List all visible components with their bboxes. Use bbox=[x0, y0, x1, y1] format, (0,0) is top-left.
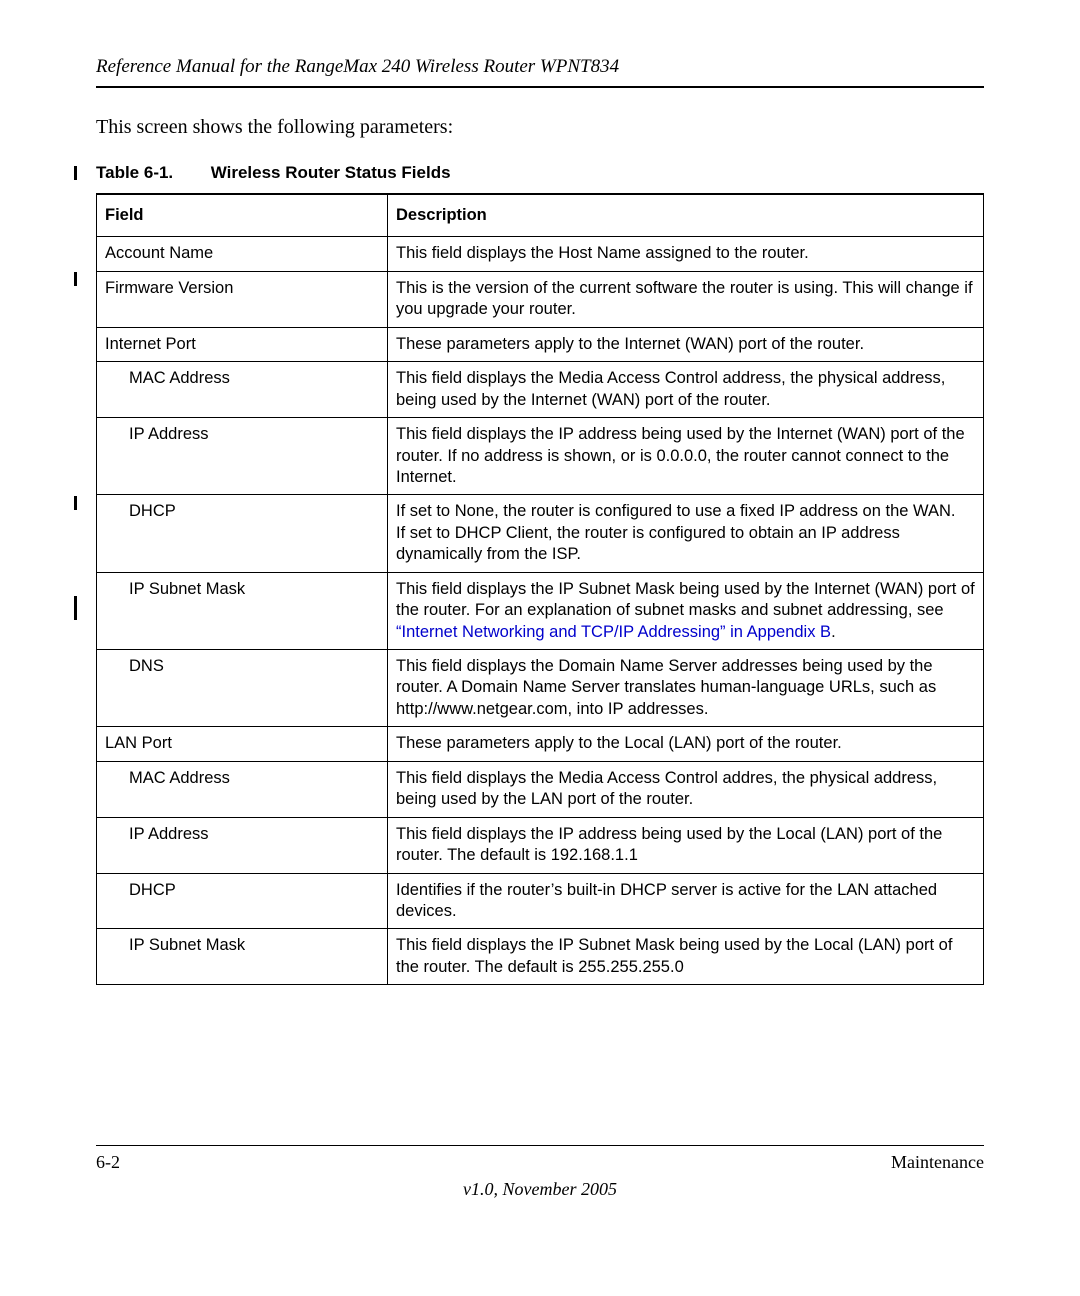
field-name: IP Address bbox=[97, 817, 388, 873]
table-row: MAC AddressThis field displays the Media… bbox=[97, 761, 984, 817]
field-name: DNS bbox=[97, 650, 388, 727]
field-description: These parameters apply to the Local (LAN… bbox=[388, 727, 984, 761]
table-row: IP AddressThis field displays the IP add… bbox=[97, 418, 984, 495]
field-description: This field displays the IP Subnet Mask b… bbox=[388, 572, 984, 649]
status-fields-table: Field Description Account NameThis field… bbox=[96, 193, 984, 985]
intro-text: This screen shows the following paramete… bbox=[96, 116, 984, 139]
field-name: Account Name bbox=[97, 237, 388, 271]
change-bar bbox=[74, 496, 77, 510]
field-description: This is the version of the current softw… bbox=[388, 271, 984, 327]
table-row: DNSThis field displays the Domain Name S… bbox=[97, 650, 984, 727]
footer-version: v1.0, November 2005 bbox=[96, 1179, 984, 1200]
footer-page-number: 6-2 bbox=[96, 1152, 120, 1173]
table-row: IP Subnet MaskThis field displays the IP… bbox=[97, 929, 984, 985]
field-name: IP Address bbox=[97, 418, 388, 495]
table-title: Wireless Router Status Fields bbox=[211, 163, 451, 182]
field-description: If set to None, the router is configured… bbox=[388, 495, 984, 572]
table-row: IP Subnet MaskThis field displays the IP… bbox=[97, 572, 984, 649]
change-bar bbox=[74, 596, 77, 620]
change-bar bbox=[74, 272, 77, 286]
field-description: This field displays the Host Name assign… bbox=[388, 237, 984, 271]
field-description: Identifies if the router’s built-in DHCP… bbox=[388, 873, 984, 929]
field-name: Firmware Version bbox=[97, 271, 388, 327]
field-name: DHCP bbox=[97, 495, 388, 572]
field-name: LAN Port bbox=[97, 727, 388, 761]
table-row: IP AddressThis field displays the IP add… bbox=[97, 817, 984, 873]
field-description: These parameters apply to the Internet (… bbox=[388, 327, 984, 361]
table-row: LAN PortThese parameters apply to the Lo… bbox=[97, 727, 984, 761]
field-description: This field displays the IP address being… bbox=[388, 418, 984, 495]
cross-reference-link[interactable]: “Internet Networking and TCP/IP Addressi… bbox=[396, 623, 831, 641]
field-name: MAC Address bbox=[97, 761, 388, 817]
field-description: This field displays the Media Access Con… bbox=[388, 761, 984, 817]
field-name: DHCP bbox=[97, 873, 388, 929]
table-row: Account NameThis field displays the Host… bbox=[97, 237, 984, 271]
field-name: MAC Address bbox=[97, 362, 388, 418]
table-row: Firmware VersionThis is the version of t… bbox=[97, 271, 984, 327]
field-name: Internet Port bbox=[97, 327, 388, 361]
table-row: Internet PortThese parameters apply to t… bbox=[97, 327, 984, 361]
change-bar bbox=[74, 166, 77, 180]
field-description: This field displays the IP address being… bbox=[388, 817, 984, 873]
col-description: Description bbox=[388, 194, 984, 237]
field-description: This field displays the Media Access Con… bbox=[388, 362, 984, 418]
field-name: IP Subnet Mask bbox=[97, 572, 388, 649]
table-row: DHCPIf set to None, the router is config… bbox=[97, 495, 984, 572]
field-description: This field displays the IP Subnet Mask b… bbox=[388, 929, 984, 985]
page-header: Reference Manual for the RangeMax 240 Wi… bbox=[96, 56, 984, 88]
table-number: Table 6-1. bbox=[96, 163, 206, 183]
col-field: Field bbox=[97, 194, 388, 237]
field-description: This field displays the Domain Name Serv… bbox=[388, 650, 984, 727]
table-row: DHCPIdentifies if the router’s built-in … bbox=[97, 873, 984, 929]
field-name: IP Subnet Mask bbox=[97, 929, 388, 985]
table-row: MAC AddressThis field displays the Media… bbox=[97, 362, 984, 418]
page-footer: 6-2 Maintenance v1.0, November 2005 bbox=[96, 1145, 984, 1200]
footer-section: Maintenance bbox=[891, 1152, 984, 1173]
table-caption: Table 6-1. Wireless Router Status Fields bbox=[96, 163, 984, 183]
